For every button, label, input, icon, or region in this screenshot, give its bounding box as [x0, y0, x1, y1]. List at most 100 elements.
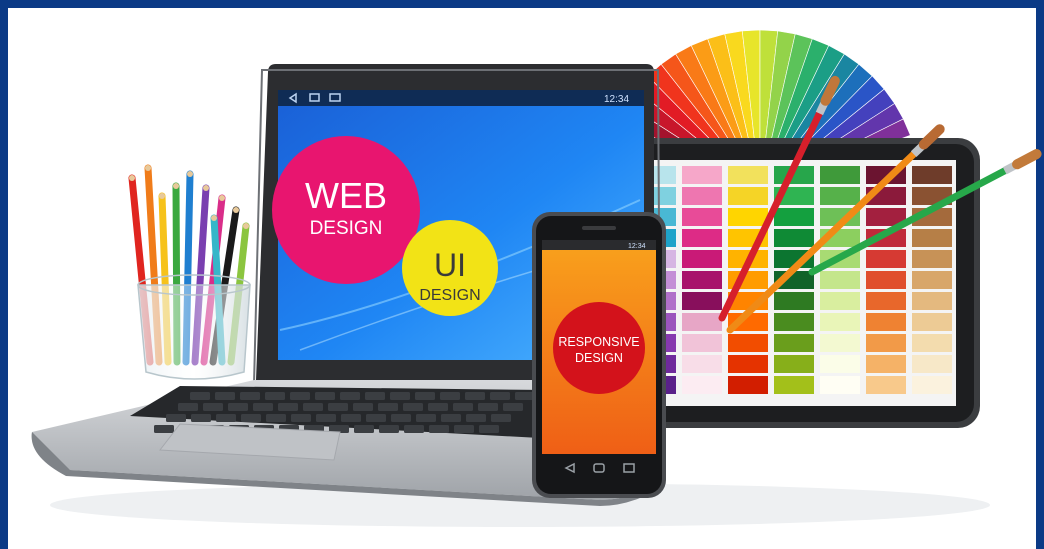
pencil-tip — [243, 223, 249, 229]
palette-swatch — [912, 334, 952, 352]
keyboard-key — [228, 403, 248, 411]
palette-swatch — [820, 313, 860, 331]
palette-swatch — [682, 271, 722, 289]
palette-swatch — [774, 313, 814, 331]
pencil-tip — [145, 165, 151, 171]
keyboard-key — [490, 392, 510, 400]
keyboard-key — [403, 403, 423, 411]
palette-swatch — [682, 229, 722, 247]
palette-swatch — [866, 355, 906, 373]
keyboard-key — [290, 392, 310, 400]
keyboard-key — [466, 414, 486, 422]
keyboard-key — [303, 403, 323, 411]
keyboard-key — [503, 403, 523, 411]
web-design-line1: WEB — [305, 175, 387, 216]
keyboard-key — [190, 392, 210, 400]
keyboard-key — [266, 414, 286, 422]
pencil-tip — [159, 193, 165, 199]
laptop-status-time: 12:34 — [604, 94, 629, 105]
keyboard-key — [203, 403, 223, 411]
keyboard-key — [454, 425, 474, 433]
keyboard-key — [316, 414, 336, 422]
palette-swatch — [820, 271, 860, 289]
keyboard-key — [341, 414, 361, 422]
palette-swatch — [820, 166, 860, 184]
keyboard-key — [478, 403, 498, 411]
palette-swatch — [774, 376, 814, 394]
keyboard-key — [391, 414, 411, 422]
palette-swatch — [912, 355, 952, 373]
keyboard-key — [191, 414, 211, 422]
palette-swatch — [912, 313, 952, 331]
keyboard-key — [379, 425, 399, 433]
keyboard-key — [390, 392, 410, 400]
keyboard-key — [240, 392, 260, 400]
palette-swatch — [866, 334, 906, 352]
palette-swatch — [682, 292, 722, 310]
keyboard-key — [253, 403, 273, 411]
palette-swatch — [682, 250, 722, 268]
palette-swatch — [682, 187, 722, 205]
palette-swatch — [912, 292, 952, 310]
palette-swatch — [728, 355, 768, 373]
keyboard-key — [340, 392, 360, 400]
keyboard-key — [441, 414, 461, 422]
keyboard-key — [215, 392, 235, 400]
palette-swatch — [820, 292, 860, 310]
web-design-line2: DESIGN — [310, 218, 383, 239]
palette-swatch — [912, 229, 952, 247]
keyboard-key — [366, 414, 386, 422]
responsive-design-line2: DESIGN — [575, 351, 623, 365]
pencil-tip — [219, 195, 225, 201]
palette-swatch — [682, 313, 722, 331]
palette-swatch — [774, 292, 814, 310]
pencil-tip — [187, 171, 193, 177]
pencil-tip — [129, 175, 135, 181]
pencil-tip — [233, 207, 239, 213]
palette-swatch — [774, 334, 814, 352]
keyboard-key — [154, 425, 174, 433]
phone-status-time: 12:34 — [628, 243, 646, 250]
glass-cup — [137, 284, 251, 380]
pencil-tip — [203, 185, 209, 191]
keyboard-key — [166, 414, 186, 422]
keyboard-key — [415, 392, 435, 400]
palette-swatch — [728, 334, 768, 352]
keyboard-key — [353, 403, 373, 411]
keyboard-key — [404, 425, 424, 433]
phone-speaker — [582, 226, 616, 230]
pencil-tip — [211, 215, 217, 221]
keyboard-key — [453, 403, 473, 411]
keyboard-key — [354, 425, 374, 433]
palette-swatch — [820, 376, 860, 394]
palette-swatch — [866, 292, 906, 310]
keyboard-key — [416, 414, 436, 422]
palette-swatch — [866, 271, 906, 289]
keyboard-key — [428, 403, 448, 411]
keyboard-key — [365, 392, 385, 400]
palette-swatch — [728, 187, 768, 205]
image-frame: 12:34 WEB DESIGN UI DESIGN 12:34 RESPONS… — [0, 0, 1044, 549]
palette-swatch — [912, 166, 952, 184]
palette-swatch — [820, 187, 860, 205]
keyboard-key — [265, 392, 285, 400]
keyboard-key — [378, 403, 398, 411]
laptop-status-bar — [278, 90, 644, 106]
keyboard-key — [429, 425, 449, 433]
palette-swatch — [682, 208, 722, 226]
palette-swatch — [774, 208, 814, 226]
palette-swatch — [682, 355, 722, 373]
pencil-tip — [173, 183, 179, 189]
smartphone: 12:34 RESPONSIVE DESIGN — [532, 212, 666, 498]
keyboard-key — [491, 414, 511, 422]
keyboard-key — [328, 403, 348, 411]
palette-swatch — [682, 334, 722, 352]
keyboard-key — [440, 392, 460, 400]
keyboard-key — [479, 425, 499, 433]
palette-swatch — [820, 334, 860, 352]
ui-design-line2: DESIGN — [419, 287, 480, 304]
palette-swatch — [866, 376, 906, 394]
palette-swatch — [912, 250, 952, 268]
palette-swatch — [682, 376, 722, 394]
keyboard-key — [291, 414, 311, 422]
